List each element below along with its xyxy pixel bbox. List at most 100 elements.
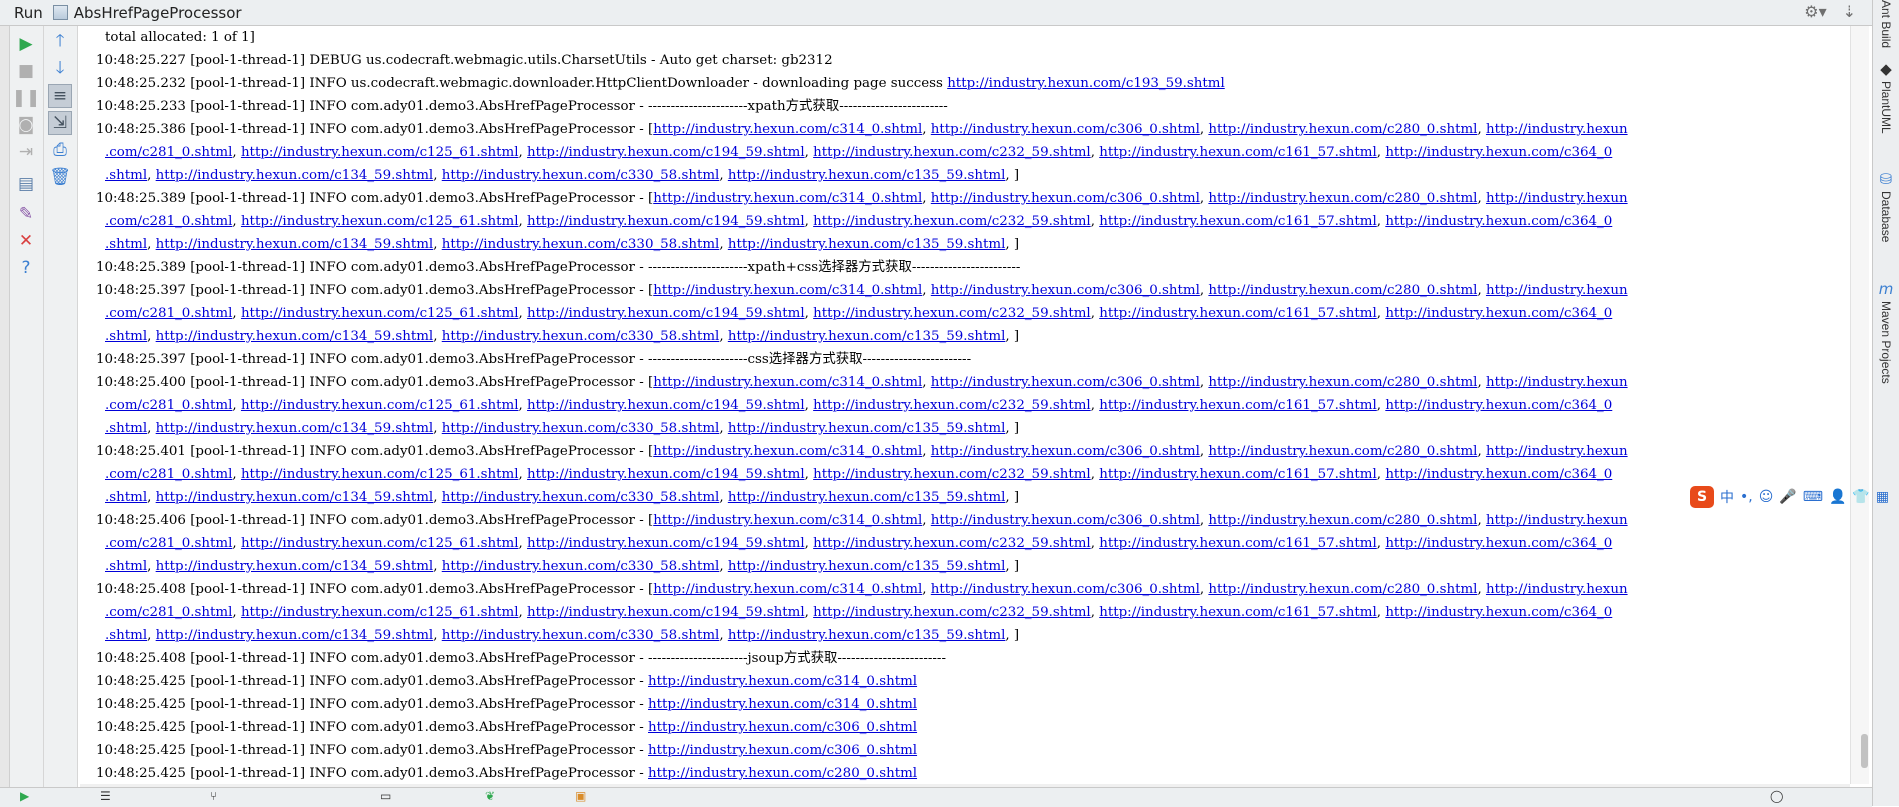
console-url-link[interactable]: http://industry.hexun.com/c194_59.shtml bbox=[527, 536, 805, 551]
console-url-link[interactable]: http://industry.hexun.com/c125_61.shtml bbox=[241, 398, 519, 413]
console-url-link[interactable]: .shtml bbox=[105, 559, 147, 574]
microphone-icon[interactable]: 🎤 bbox=[1779, 489, 1796, 505]
console-url-link[interactable]: http://industry.hexun.com/c193_59.shtml bbox=[947, 76, 1225, 91]
console-url-link[interactable]: http://industry.hexun.com/c135_59.shtml bbox=[728, 421, 1006, 436]
tab-event-log[interactable]: ◯ bbox=[1770, 789, 1783, 803]
console-url-link[interactable]: http://industry.hexun.com/c314_0.shtml bbox=[653, 375, 922, 390]
print-icon[interactable]: ⎙ bbox=[48, 138, 72, 162]
console-url-link[interactable]: http://industry.hexun.com/c134_59.shtml bbox=[156, 421, 434, 436]
ime-mode-label[interactable]: 中 bbox=[1720, 487, 1734, 507]
console-url-link[interactable]: http://industry.hexun.com/c232_59.shtml bbox=[813, 467, 1091, 482]
console-url-link[interactable]: .shtml bbox=[105, 329, 147, 344]
console-url-link[interactable]: http://industry.hexun.com/c135_59.shtml bbox=[728, 490, 1006, 505]
punctuation-icon[interactable]: •, bbox=[1740, 489, 1753, 505]
console-url-link[interactable]: http://industry.hexun.com/c314_0.shtml bbox=[653, 444, 922, 459]
console-url-link[interactable]: http://industry.hexun.com/c280_0.shtml bbox=[1208, 513, 1477, 528]
console-url-link[interactable]: http://industry.hexun.com/c330_58.shtml bbox=[442, 237, 720, 252]
console-url-link[interactable]: http://industry.hexun.com/c364_0 bbox=[1385, 467, 1612, 482]
console-url-link[interactable]: http://industry.hexun.com/c330_58.shtml bbox=[442, 490, 720, 505]
console-url-link[interactable]: http://industry.hexun.com/c364_0 bbox=[1385, 145, 1612, 160]
layout-icon[interactable]: ▤ bbox=[14, 172, 38, 196]
keyboard-icon[interactable]: ⌨ bbox=[1803, 489, 1823, 505]
console-url-link[interactable]: http://industry.hexun.com/c314_0.shtml bbox=[653, 122, 922, 137]
console-url-link[interactable]: http://industry.hexun bbox=[1486, 582, 1628, 597]
console-url-link[interactable]: http://industry.hexun.com/c280_0.shtml bbox=[1208, 582, 1477, 597]
console-url-link[interactable]: http://industry.hexun.com/c314_0.shtml bbox=[648, 674, 917, 689]
console-url-link[interactable]: http://industry.hexun.com/c306_0.shtml bbox=[931, 191, 1200, 206]
console-url-link[interactable]: http://industry.hexun.com/c135_59.shtml bbox=[728, 237, 1006, 252]
console-url-link[interactable]: http://industry.hexun.com/c161_57.shtml bbox=[1099, 536, 1377, 551]
console-url-link[interactable]: http://industry.hexun.com/c314_0.shtml bbox=[653, 191, 922, 206]
console-url-link[interactable]: http://industry.hexun bbox=[1486, 444, 1628, 459]
console-url-link[interactable]: http://industry.hexun.com/c232_59.shtml bbox=[813, 306, 1091, 321]
console-url-link[interactable]: http://industry.hexun.com/c364_0 bbox=[1385, 605, 1612, 620]
console-url-link[interactable]: http://industry.hexun.com/c280_0.shtml bbox=[1208, 191, 1477, 206]
console-url-link[interactable]: http://industry.hexun.com/c161_57.shtml bbox=[1099, 214, 1377, 229]
stop-icon[interactable]: ■ bbox=[14, 59, 38, 83]
console-url-link[interactable]: http://industry.hexun.com/c306_0.shtml bbox=[648, 743, 917, 758]
console-url-link[interactable]: .com/c281_0.shtml bbox=[105, 214, 232, 229]
console-url-link[interactable]: http://industry.hexun.com/c306_0.shtml bbox=[931, 513, 1200, 528]
run-config-tab[interactable]: AbsHrefPageProcessor bbox=[74, 4, 242, 22]
tab-database[interactable]: ⛁ Database bbox=[1875, 170, 1897, 242]
console-url-link[interactable]: http://industry.hexun.com/c194_59.shtml bbox=[527, 306, 805, 321]
console-url-link[interactable]: http://industry.hexun.com/c125_61.shtml bbox=[241, 605, 519, 620]
exit-icon[interactable]: ⇥ bbox=[14, 140, 38, 164]
tab-ant-build[interactable]: Ant Build bbox=[1875, 0, 1897, 48]
console-url-link[interactable]: http://industry.hexun.com/c306_0.shtml bbox=[931, 122, 1200, 137]
console-url-link[interactable]: .com/c281_0.shtml bbox=[105, 467, 232, 482]
console-url-link[interactable]: http://industry.hexun.com/c194_59.shtml bbox=[527, 145, 805, 160]
tab-maven-projects[interactable]: m Maven Projects bbox=[1875, 280, 1897, 384]
console-url-link[interactable]: http://industry.hexun.com/c194_59.shtml bbox=[527, 214, 805, 229]
console-url-link[interactable]: .com/c281_0.shtml bbox=[105, 306, 232, 321]
scroll-to-end-icon[interactable]: ⇲ bbox=[48, 111, 72, 135]
settings-gear-icon[interactable]: ⚙▾ bbox=[1804, 2, 1826, 21]
console-url-link[interactable]: http://industry.hexun.com/c280_0.shtml bbox=[1208, 375, 1477, 390]
console-url-link[interactable]: http://industry.hexun.com/c194_59.shtml bbox=[527, 398, 805, 413]
console-url-link[interactable]: http://industry.hexun.com/c135_59.shtml bbox=[728, 168, 1006, 183]
vertical-scrollbar[interactable] bbox=[1850, 26, 1869, 784]
console-url-link[interactable]: http://industry.hexun.com/c280_0.shtml bbox=[1208, 444, 1477, 459]
rerun-icon[interactable]: ▶ bbox=[14, 32, 38, 56]
console-url-link[interactable]: http://industry.hexun.com/c314_0.shtml bbox=[653, 283, 922, 298]
help-icon[interactable]: ? bbox=[14, 256, 38, 280]
user-icon[interactable]: 👤 bbox=[1829, 489, 1846, 505]
toolbox-icon[interactable]: ▦ bbox=[1876, 489, 1889, 505]
console-url-link[interactable]: http://industry.hexun.com/c232_59.shtml bbox=[813, 536, 1091, 551]
console-url-link[interactable]: http://industry.hexun.com/c280_0.shtml bbox=[1208, 122, 1477, 137]
down-arrow-icon[interactable]: 🡓 bbox=[48, 57, 72, 81]
console-url-link[interactable]: http://industry.hexun.com/c134_59.shtml bbox=[156, 237, 434, 252]
console-url-link[interactable]: .shtml bbox=[105, 421, 147, 436]
console-url-link[interactable]: http://industry.hexun.com/c194_59.shtml bbox=[527, 605, 805, 620]
console-url-link[interactable]: http://industry.hexun.com/c232_59.shtml bbox=[813, 214, 1091, 229]
pause-icon[interactable]: ❚❚ bbox=[12, 86, 41, 110]
console-url-link[interactable]: http://industry.hexun.com/c330_58.shtml bbox=[442, 421, 720, 436]
console-url-link[interactable]: http://industry.hexun.com/c125_61.shtml bbox=[241, 214, 519, 229]
scrollbar-thumb[interactable] bbox=[1861, 734, 1868, 768]
console-url-link[interactable]: http://industry.hexun.com/c364_0 bbox=[1385, 214, 1612, 229]
console-url-link[interactable]: .shtml bbox=[105, 168, 147, 183]
console-url-link[interactable]: http://industry.hexun.com/c134_59.shtml bbox=[156, 329, 434, 344]
console-url-link[interactable]: http://industry.hexun.com/c306_0.shtml bbox=[648, 720, 917, 735]
console-url-link[interactable]: http://industry.hexun bbox=[1486, 513, 1628, 528]
console-url-link[interactable]: http://industry.hexun.com/c135_59.shtml bbox=[728, 559, 1006, 574]
console-url-link[interactable]: http://industry.hexun.com/c314_0.shtml bbox=[653, 513, 922, 528]
pin-tab-icon[interactable]: ✎ bbox=[14, 202, 38, 226]
hide-window-icon[interactable]: ⇣ bbox=[1843, 2, 1856, 21]
console-url-link[interactable]: .com/c281_0.shtml bbox=[105, 605, 232, 620]
up-arrow-icon[interactable]: 🡑 bbox=[48, 30, 72, 54]
console-url-link[interactable]: http://industry.hexun bbox=[1486, 375, 1628, 390]
console-url-link[interactable]: http://industry.hexun.com/c232_59.shtml bbox=[813, 145, 1091, 160]
console-url-link[interactable]: http://industry.hexun.com/c134_59.shtml bbox=[156, 628, 434, 643]
tab-java-enterprise[interactable]: ❦ bbox=[485, 789, 495, 803]
console-url-link[interactable]: http://industry.hexun.com/c306_0.shtml bbox=[931, 375, 1200, 390]
console-url-link[interactable]: http://industry.hexun.com/c364_0 bbox=[1385, 306, 1612, 321]
console-url-link[interactable]: .shtml bbox=[105, 490, 147, 505]
console-url-link[interactable]: http://industry.hexun.com/c280_0.shtml bbox=[1208, 283, 1477, 298]
tab-messages[interactable]: ▣ bbox=[575, 789, 586, 803]
console-url-link[interactable]: http://industry.hexun.com/c161_57.shtml bbox=[1099, 306, 1377, 321]
console-url-link[interactable]: http://industry.hexun.com/c194_59.shtml bbox=[527, 467, 805, 482]
console-url-link[interactable]: http://industry.hexun.com/c306_0.shtml bbox=[931, 582, 1200, 597]
console-url-link[interactable]: http://industry.hexun.com/c314_0.shtml bbox=[653, 582, 922, 597]
console-url-link[interactable]: http://industry.hexun.com/c161_57.shtml bbox=[1099, 605, 1377, 620]
